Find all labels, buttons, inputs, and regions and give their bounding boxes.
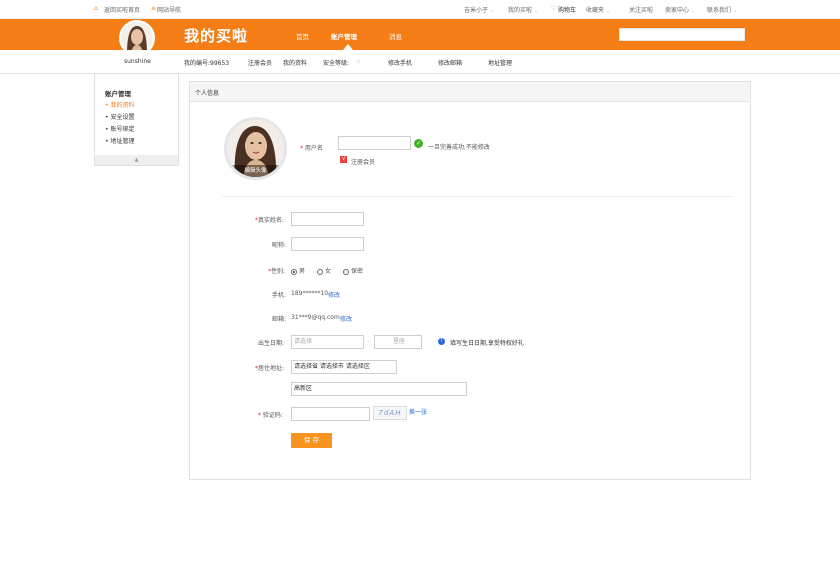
sidebar-item-account-binding[interactable]: • 账号绑定	[105, 124, 135, 133]
member-badge: 注册会员	[351, 159, 376, 166]
nav-home[interactable]: 首页	[296, 31, 309, 41]
birth-date-input[interactable]: 请选择	[291, 335, 364, 349]
home-link[interactable]: 返回买啦首页	[104, 5, 140, 14]
radio-icon	[291, 268, 297, 275]
captcha-input[interactable]	[291, 407, 370, 421]
email-label: 邮箱:	[272, 316, 287, 323]
address-label-text: 居住地址:	[258, 365, 285, 372]
constellation-input[interactable]: 星座	[374, 335, 422, 349]
subnav-change-email[interactable]: 修改邮箱	[438, 58, 462, 67]
chevron-down-icon: ⌄	[534, 8, 539, 14]
user-menu[interactable]: 吉米小子 ⌄	[464, 5, 494, 14]
gender-option-secret[interactable]: 保密	[343, 266, 363, 275]
nickname-label: 昵称:	[272, 242, 287, 249]
captcha-field-label: * 验证码:	[258, 412, 283, 419]
edit-email-link[interactable]: 修改	[340, 314, 352, 323]
follow-link[interactable]: 关注买啦	[629, 5, 653, 14]
realname-input[interactable]	[291, 212, 364, 226]
chevron-down-icon: ⌄	[606, 8, 611, 14]
sidebar-item-address[interactable]: • 地址管理	[105, 136, 135, 145]
nav-messages[interactable]: 消息	[389, 31, 402, 41]
birth-label: 出生日期:	[258, 340, 285, 347]
realname-field-label: *真实姓名:	[255, 217, 285, 224]
member-badge-icon: V	[340, 156, 347, 163]
my-maila-menu[interactable]: 我的买啦 ⌄	[508, 5, 538, 14]
account-sub-bar: sunshine 我的编号:99653 注册会员 我的资料 安全等级: ☆ 修改…	[0, 50, 840, 74]
check-icon: ✓	[414, 139, 423, 148]
subnav-my-profile[interactable]: 我的资料	[283, 58, 307, 67]
gender-option-label: 保密	[351, 268, 364, 275]
phone-label: 手机:	[272, 292, 287, 299]
sidebar: 账户管理 • 我的资料 • 安全设置 • 账号绑定 • 地址管理 ▲	[94, 73, 179, 166]
gender-option-label: 女	[325, 268, 332, 275]
brand-logo[interactable]: 我的买啦	[184, 25, 248, 46]
subnav-security-level: 安全等级:	[323, 60, 350, 67]
chevron-down-icon: ⌄	[733, 8, 738, 14]
collapse-up-icon[interactable]: ▲	[95, 155, 178, 165]
panel-header: 个人信息	[190, 82, 750, 102]
captcha-refresh-link[interactable]: 换一张	[409, 407, 427, 416]
panel-title: 个人信息	[195, 90, 220, 97]
save-button[interactable]: 保 存	[291, 433, 332, 448]
home-icon: ⌂	[94, 5, 98, 12]
radio-icon	[317, 268, 323, 275]
section-divider	[222, 196, 732, 197]
cart-link[interactable]: 购物车	[558, 5, 576, 14]
sidebar-item-label: 安全设置	[110, 114, 135, 121]
address-region-select[interactable]: 请选择省 请选择市 请选择区	[291, 360, 397, 374]
edit-avatar-button[interactable]: 编辑头像	[227, 165, 284, 177]
username-label: sunshine	[124, 58, 151, 65]
seller-center-menu[interactable]: 卖家中心 ⌄	[665, 5, 695, 14]
captcha-label-text: 验证码:	[262, 412, 283, 419]
phone-value: 189******10	[291, 290, 329, 297]
email-value: 31***9@qq.com	[291, 314, 340, 321]
sidebar-item-my-profile[interactable]: • 我的资料	[105, 100, 135, 109]
sidebar-item-label: 地址管理	[110, 138, 135, 145]
subnav-register-member[interactable]: 注册会员	[248, 58, 272, 67]
edit-phone-link[interactable]: 修改	[328, 290, 340, 299]
profile-avatar[interactable]: 编辑头像	[224, 117, 287, 180]
radio-icon	[343, 268, 349, 275]
my-maila-label: 我的买啦	[508, 7, 533, 14]
cart-icon: ♡	[551, 5, 557, 12]
seller-center-label: 卖家中心	[665, 7, 690, 14]
contact-label: 联系我们	[707, 7, 732, 14]
username-field-label: * 用户名	[300, 145, 323, 152]
gender-field-label: *性别:	[268, 268, 286, 275]
sidebar-item-label: 我的资料	[110, 102, 135, 109]
realname-label-text: 真实姓名:	[258, 217, 285, 224]
chevron-down-icon: ⌄	[691, 8, 696, 14]
nickname-input[interactable]	[291, 237, 364, 251]
username-note: 一旦完善成功,不能修改	[428, 144, 490, 151]
chevron-down-icon: ⌄	[490, 8, 495, 14]
sidebar-title: 账户管理	[105, 90, 131, 98]
sidebar-item-security[interactable]: • 安全设置	[105, 112, 135, 121]
gender-option-male[interactable]: 男	[291, 266, 305, 275]
site-nav-icon: ≡	[151, 5, 157, 12]
user-name: 吉米小子	[464, 7, 489, 14]
username-label-text: 用户名	[304, 145, 323, 152]
favorites-label: 收藏夹	[586, 7, 605, 14]
username-input[interactable]	[338, 136, 411, 150]
sidebar-item-label: 账号绑定	[110, 126, 135, 133]
gender-option-label: 男	[299, 268, 306, 275]
subnav-change-phone[interactable]: 修改手机	[388, 58, 412, 67]
contact-menu[interactable]: 联系我们 ⌄	[707, 5, 737, 14]
site-nav-link[interactable]: 网站导航	[157, 5, 181, 14]
account-number: 我的编号:99653	[184, 60, 230, 67]
birth-separator: -	[367, 338, 370, 345]
nav-account[interactable]: 账户管理	[331, 31, 357, 41]
birth-tip: 填写生日日期,享受特权好礼	[450, 340, 524, 347]
info-icon: !	[438, 338, 445, 345]
gender-label-text: 性别:	[271, 268, 286, 275]
gender-option-female[interactable]: 女	[317, 266, 331, 275]
subnav-address-management[interactable]: 地址管理	[488, 58, 512, 67]
search-input[interactable]	[619, 28, 745, 41]
captcha-image[interactable]: 7dAH	[373, 406, 407, 420]
address-detail-input[interactable]: 高新区	[291, 382, 467, 396]
security-level-icon: ☆	[356, 58, 362, 65]
top-bar: ⌂ 返回买啦首页 ≡ 网站导航 吉米小子 ⌄ 我的买啦 ⌄ ♡ 购物车 收藏夹 ⌄ 关…	[0, 0, 840, 19]
address-field-label: *居住地址:	[255, 365, 285, 372]
favorites-menu[interactable]: 收藏夹 ⌄	[586, 5, 610, 14]
